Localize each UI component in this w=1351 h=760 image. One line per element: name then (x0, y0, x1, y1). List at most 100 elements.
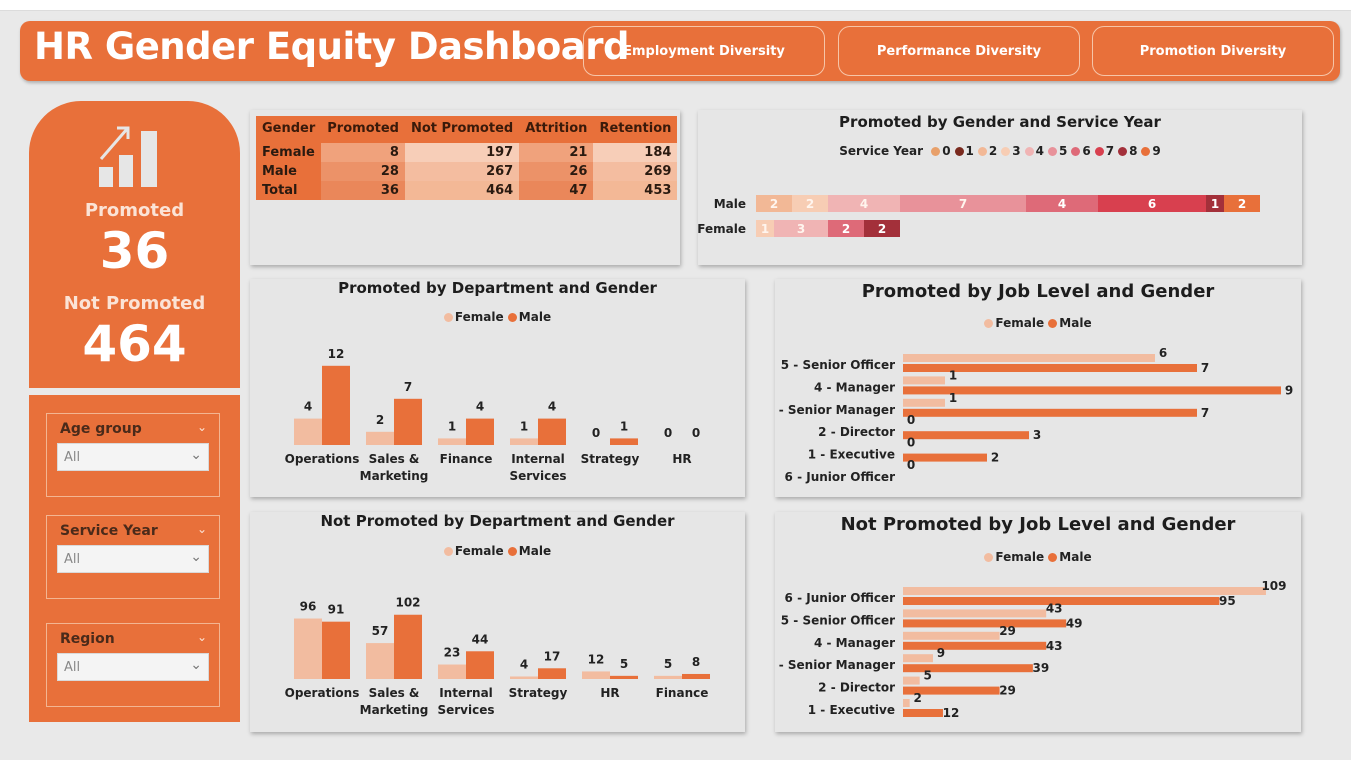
female-bar (438, 438, 466, 445)
female-bar (294, 618, 322, 679)
data-label: 12 (588, 652, 605, 666)
collapse-chevron-icon[interactable]: ⌄ (197, 522, 207, 536)
matrix-cell: 453 (593, 181, 678, 200)
segment-label: 3 (797, 222, 805, 236)
slicer-label: Region (60, 631, 115, 647)
data-label: 0 (592, 426, 600, 440)
data-label: 1 (620, 419, 628, 433)
nav-employment-diversity-button[interactable]: Employment Diversity (583, 26, 825, 76)
matrix-row: Female 8 197 21 184 (256, 143, 678, 162)
promoted-level-chart: 5 - Senior Officer 6 7 4 - Manager 1 9 3 - Sen… (775, 346, 1293, 484)
service-year-dropdown[interactable]: All ⌄ (57, 545, 209, 573)
matrix-cell: 26 (519, 162, 594, 181)
category-label: 5 - Senior Officer (781, 358, 895, 372)
data-label: 39 (1033, 661, 1050, 675)
top-strip (0, 0, 1351, 11)
nav-promotion-diversity-button[interactable]: Promotion Diversity (1092, 26, 1334, 76)
male-bar (903, 619, 1067, 628)
female-bar (903, 699, 910, 707)
data-label: 7 (1201, 361, 1209, 375)
segment-label: 2 (1238, 197, 1246, 211)
data-label: 5 (923, 669, 931, 683)
age-group-slicer: Age group ⌄ All ⌄ (46, 413, 220, 497)
data-label: 3 (1033, 428, 1041, 442)
data-label: 96 (300, 600, 317, 614)
male-bar (903, 386, 1281, 395)
promoted-level-card: Promoted by Job Level and Gender Female … (775, 279, 1301, 497)
category-label: HR (672, 452, 691, 466)
data-label: 4 (548, 400, 556, 414)
category-label: Female (698, 222, 746, 236)
data-label: 109 (1261, 579, 1286, 593)
data-label: 0 (907, 436, 915, 450)
male-bar (903, 364, 1197, 372)
collapse-chevron-icon[interactable]: ⌄ (197, 630, 207, 644)
matrix-cell: Total (256, 181, 322, 200)
nav-performance-diversity-button[interactable]: Performance Diversity (838, 26, 1080, 76)
header-bar: HR Gender Equity Dashboard Employment Di… (20, 21, 1340, 81)
female-bar (582, 671, 610, 679)
matrix-cell: 28 (321, 162, 405, 181)
female-bar (903, 587, 1266, 595)
category-label: 1 - Executive (808, 448, 895, 462)
panel-divider (29, 388, 240, 395)
male-bar (538, 418, 566, 445)
matrix-cell: 267 (404, 162, 520, 181)
data-label: 2 (376, 413, 384, 427)
female-bar (903, 654, 933, 663)
category-label: 1 - Executive (808, 703, 895, 717)
category-label: 4 - Manager (814, 380, 895, 394)
region-dropdown[interactable]: All ⌄ (57, 653, 209, 681)
data-label: 1 (520, 419, 528, 433)
data-label: 7 (404, 380, 412, 394)
male-bar (903, 453, 987, 462)
data-label: 43 (1046, 601, 1063, 615)
category-label: Marketing (360, 703, 429, 717)
slicer-label: Age group (60, 421, 142, 437)
matrix-cell: 8 (321, 143, 405, 162)
male-bar (903, 431, 1029, 440)
not-promoted-value: 464 (82, 315, 187, 373)
matrix-cell: 36 (321, 181, 405, 200)
data-label: 91 (328, 603, 345, 617)
female-bar (903, 376, 945, 385)
promoted-dept-card: Promoted by Department and Gender Female… (250, 279, 745, 497)
collapse-chevron-icon[interactable]: ⌄ (197, 420, 207, 434)
category-label: Male (714, 197, 746, 211)
category-label: 2 - Director (818, 425, 895, 439)
category-label: Internal (511, 452, 565, 466)
segment-label: 2 (806, 197, 814, 211)
service-year-slicer: Service Year ⌄ All ⌄ (46, 515, 220, 599)
category-label: Marketing (360, 469, 429, 483)
slicer-value: All (64, 552, 81, 567)
female-bar (903, 354, 1155, 362)
service-year-stacked-chart: Male 2 2 4 7 4 6 1 2Female 1 3 2 2 (698, 195, 1260, 237)
age-group-dropdown[interactable]: All ⌄ (57, 443, 209, 471)
promoted-label: Promoted (84, 200, 185, 221)
matrix-row: Total 36 464 47 453 (256, 181, 678, 200)
female-bar (654, 675, 682, 679)
category-label: Sales & (369, 452, 420, 466)
data-label: 5 (620, 657, 628, 671)
matrix-header-cell: Retention (593, 116, 678, 143)
data-label: 0 (692, 426, 700, 440)
male-bar (466, 418, 494, 445)
matrix-header-cell: Not Promoted (404, 116, 520, 143)
summary-matrix-card: Gender Promoted Not Promoted Attrition Reten… (250, 110, 680, 265)
chevron-down-icon: ⌄ (190, 549, 202, 565)
segment-label: 6 (1148, 197, 1156, 211)
matrix-cell: 184 (593, 143, 678, 162)
data-label: 2 (913, 691, 921, 705)
male-bar (394, 614, 422, 679)
matrix-header-cell: Promoted (321, 116, 405, 143)
female-bar (366, 431, 394, 445)
male-bar (466, 651, 494, 679)
promoted-value: 36 (99, 222, 170, 280)
data-label: 4 (304, 400, 312, 414)
male-bar (394, 398, 422, 445)
not-promoted-level-chart: 6 - Junior Officer 109 95 5 - Senior Office… (775, 579, 1287, 720)
segment-label: 4 (1058, 197, 1066, 211)
data-label: 5 (664, 657, 672, 671)
data-label: 7 (1201, 406, 1209, 420)
data-label: 4 (520, 657, 528, 671)
